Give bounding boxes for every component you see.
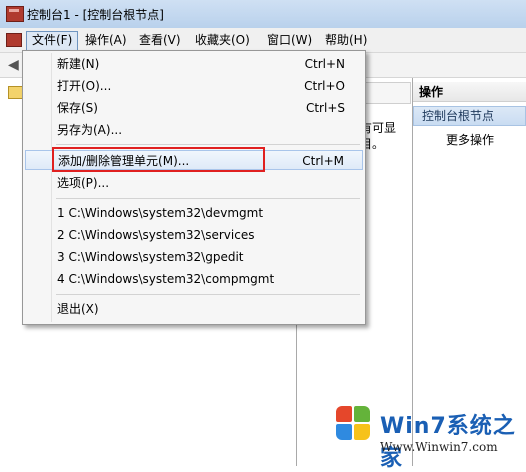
menu-item-shortcut: Ctrl+M <box>302 154 344 168</box>
highlight-annotation-box <box>52 147 265 172</box>
menu-item-label: 2 C:\Windows\system32\services <box>57 228 255 242</box>
menu-item-save[interactable]: 保存(S) Ctrl+S <box>25 98 363 118</box>
menu-item-exit[interactable]: 退出(X) <box>25 299 363 319</box>
console-menu-icon[interactable] <box>6 33 22 47</box>
actions-node-section[interactable]: 控制台根节点 <box>413 106 526 126</box>
menu-item-shortcut: Ctrl+O <box>304 79 345 93</box>
windows-logo-icon <box>336 406 372 442</box>
menu-view[interactable]: 查看(V) <box>134 31 186 49</box>
console-app-icon <box>6 6 24 22</box>
menu-item-shortcut: Ctrl+N <box>304 57 345 71</box>
menu-item-label: 1 C:\Windows\system32\devmgmt <box>57 206 264 220</box>
menu-item-label: 新建(N) <box>57 57 100 71</box>
back-arrow-icon[interactable]: ◀ <box>8 57 19 73</box>
menu-item-save-as[interactable]: 另存为(A)... <box>25 120 363 140</box>
menu-favorites[interactable]: 收藏夹(O) <box>190 31 255 49</box>
menu-item-recent-1[interactable]: 1 C:\Windows\system32\devmgmt <box>25 203 363 223</box>
actions-header: 操作 <box>413 82 526 102</box>
menu-item-new[interactable]: 新建(N) Ctrl+N <box>25 54 363 74</box>
menu-help[interactable]: 帮助(H) <box>320 31 372 49</box>
title-bar: 控制台1 - [控制台根节点] <box>0 0 526 29</box>
menu-item-label: 4 C:\Windows\system32\compmgmt <box>57 272 275 286</box>
menu-item-recent-2[interactable]: 2 C:\Windows\system32\services <box>25 225 363 245</box>
watermark: Win7系统之家 Www.Winwin7.com <box>326 402 524 471</box>
window-title: 控制台1 - [控制台根节点] <box>27 8 164 22</box>
menu-separator <box>56 198 360 199</box>
menu-item-recent-4[interactable]: 4 C:\Windows\system32\compmgmt <box>25 269 363 289</box>
menu-window[interactable]: 窗口(W) <box>262 31 317 49</box>
menu-item-label: 打开(O)... <box>57 79 112 93</box>
watermark-url: Www.Winwin7.com <box>380 440 498 454</box>
menu-item-shortcut: Ctrl+S <box>305 101 345 115</box>
menu-item-label: 选项(P)... <box>57 176 110 190</box>
menu-file[interactable]: 文件(F) <box>26 31 79 51</box>
menu-item-label: 退出(X) <box>57 302 99 316</box>
more-actions-link[interactable]: 更多操作 <box>446 132 494 148</box>
menu-item-label: 3 C:\Windows\system32\gpedit <box>57 250 244 264</box>
menu-item-recent-3[interactable]: 3 C:\Windows\system32\gpedit <box>25 247 363 267</box>
menu-action[interactable]: 操作(A) <box>80 31 132 49</box>
menu-item-label: 保存(S) <box>57 101 98 115</box>
menu-item-label: 另存为(A)... <box>57 123 123 137</box>
menu-item-options[interactable]: 选项(P)... <box>25 173 363 193</box>
file-menu-dropdown: 新建(N) Ctrl+N 打开(O)... Ctrl+O 保存(S) Ctrl+… <box>22 50 366 325</box>
menu-separator <box>56 144 360 145</box>
menu-item-open[interactable]: 打开(O)... Ctrl+O <box>25 76 363 96</box>
menu-separator <box>56 294 360 295</box>
